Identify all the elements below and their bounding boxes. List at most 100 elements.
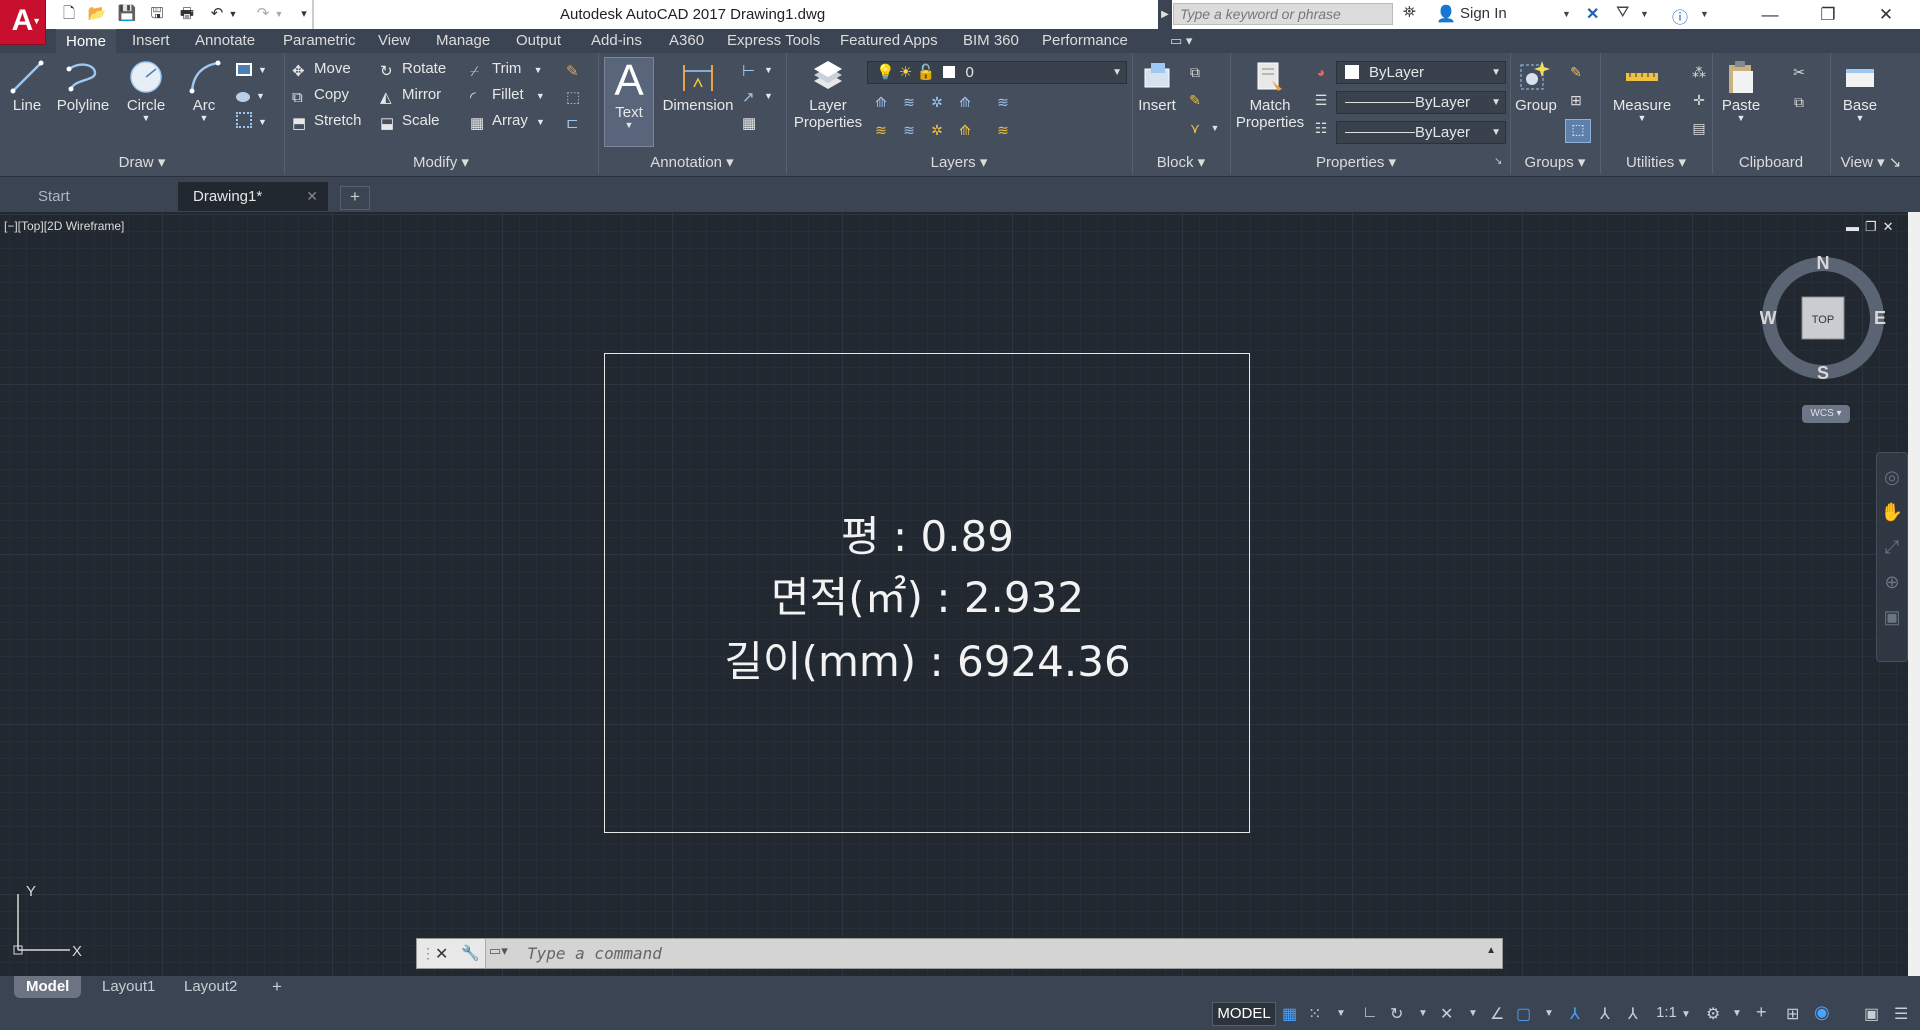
tab-parametric[interactable]: Parametric xyxy=(273,29,366,53)
new-layout-icon[interactable]: + xyxy=(260,976,294,998)
search-expand-icon[interactable]: ▶ xyxy=(1158,0,1172,29)
compass-east[interactable]: E xyxy=(1874,308,1886,328)
a360-dropdown-icon[interactable]: ▼ xyxy=(1640,9,1649,19)
group-edit-icon[interactable]: ✎ xyxy=(1567,63,1585,81)
layer-isolate-icon[interactable]: ≋ xyxy=(900,93,918,111)
clean-screen-icon[interactable]: ▣ xyxy=(1864,1004,1879,1024)
utilities-panel-title[interactable]: Utilities ▾ xyxy=(1601,152,1711,174)
customize-qat-icon[interactable]: ▾ xyxy=(295,3,313,25)
view-panel-title[interactable]: View ▾ ↘ xyxy=(1831,152,1911,174)
layer-off-icon[interactable]: ⟰ xyxy=(872,93,890,111)
tab-featured-apps[interactable]: Featured Apps xyxy=(830,29,948,53)
drawing-text-length[interactable]: 길이(mm) : 6924.36 xyxy=(600,628,1255,689)
group-button[interactable]: Group xyxy=(1512,59,1560,114)
arc-button[interactable]: Arc ▼ xyxy=(180,59,228,123)
print-icon[interactable]: 🖶 xyxy=(176,3,198,25)
annotation-panel-title[interactable]: Annotation ▾ xyxy=(599,152,785,174)
layer-unlock-icon[interactable]: ⟰ xyxy=(956,121,974,139)
viewport-restore-icon[interactable]: ❐ xyxy=(1865,219,1883,234)
open-icon[interactable]: 📂 xyxy=(86,3,108,25)
file-tab-drawing1[interactable]: Drawing1* ✕ xyxy=(178,182,328,211)
restore-button[interactable]: ❐ xyxy=(1800,0,1856,29)
layer-previous-icon[interactable]: ≋ xyxy=(900,121,918,139)
annotation-scale-value[interactable]: 1:1 ▼ xyxy=(1656,1004,1691,1021)
tab-home[interactable]: Home xyxy=(56,29,117,54)
viewcube[interactable]: TOP N S E W xyxy=(1760,255,1886,381)
undo-dropdown-icon[interactable]: ▼ xyxy=(226,3,240,25)
workspace-dropdown-icon[interactable]: ▼ xyxy=(1732,1008,1742,1019)
pan-icon[interactable]: ✋ xyxy=(1877,502,1907,523)
auto-scale-icon[interactable]: ⅄ xyxy=(1600,1004,1610,1024)
application-menu-button[interactable]: A ▼ xyxy=(0,0,46,45)
snap-dropdown-icon[interactable]: ▼ xyxy=(1336,1008,1346,1019)
new-tab-icon[interactable]: + xyxy=(340,186,370,210)
search-input[interactable]: Type a keyword or phrase xyxy=(1173,3,1393,25)
customization-menu-icon[interactable]: ☰ xyxy=(1894,1004,1908,1024)
save-as-icon[interactable]: 🖫 xyxy=(146,3,168,25)
block-panel-title[interactable]: Block ▾ xyxy=(1133,152,1229,174)
offset-button[interactable]: ⊏ xyxy=(566,110,588,132)
fillet-button[interactable]: ◜ Fillet ▼ xyxy=(470,84,545,106)
tab-insert[interactable]: Insert xyxy=(122,29,180,53)
hatch-button[interactable]: ▼ xyxy=(236,84,265,106)
sign-in-button[interactable]: Sign In xyxy=(1460,5,1507,22)
object-snap-tracking-icon[interactable]: ∠ xyxy=(1490,1004,1504,1024)
copy-clip-icon[interactable]: ⧉ xyxy=(1790,93,1808,111)
edit-block-icon[interactable]: ✎ xyxy=(1186,91,1204,109)
annotation-monitor-icon[interactable]: + xyxy=(1756,1002,1767,1023)
trim-button[interactable]: ⌿ Trim ▼ xyxy=(470,58,543,80)
layout-tab-layout2[interactable]: Layout2 xyxy=(172,976,249,998)
erase-button[interactable]: ✎ xyxy=(566,58,588,80)
compass-north[interactable]: N xyxy=(1817,255,1830,273)
layout-tab-model[interactable]: Model xyxy=(14,976,82,998)
ungroup-icon[interactable]: ⊞ xyxy=(1567,91,1585,109)
edit-attributes-icon[interactable]: ⋎ xyxy=(1186,119,1204,137)
ortho-icon[interactable]: ∟ xyxy=(1362,1004,1378,1022)
tab-bim-360[interactable]: BIM 360 xyxy=(953,29,1029,53)
orbit-icon[interactable]: ⊕ xyxy=(1877,572,1907,593)
a360-icon[interactable]: ⛛ xyxy=(1616,4,1629,22)
tab-performance[interactable]: Performance xyxy=(1032,29,1138,53)
rotate-button[interactable]: ↻ Rotate xyxy=(380,58,446,80)
close-tab-icon[interactable]: ✕ xyxy=(306,182,318,211)
polar-dropdown-icon[interactable]: ▼ xyxy=(1418,1008,1428,1019)
cut-icon[interactable]: ✂ xyxy=(1790,63,1808,81)
layer-lock-icon[interactable]: ⟰ xyxy=(956,93,974,111)
table-button[interactable]: ▦ xyxy=(742,110,764,132)
calculator-icon[interactable]: ▤ xyxy=(1690,119,1708,137)
annotation-scale-icon[interactable]: ⅄ xyxy=(1628,1004,1638,1024)
snap-icon[interactable]: ⁙ xyxy=(1308,1004,1321,1024)
binoculars-icon[interactable]: ⛯ xyxy=(1403,4,1416,22)
minimize-button[interactable]: — xyxy=(1742,0,1798,29)
layer-on-icon[interactable]: ≋ xyxy=(994,121,1012,139)
close-command-icon[interactable]: ✕ xyxy=(435,944,448,964)
grid-icon[interactable]: ▦ xyxy=(1282,1004,1297,1024)
object-snap-dropdown-icon[interactable]: ▼ xyxy=(1544,1008,1554,1019)
measure-button[interactable]: Measure ▼ xyxy=(1604,59,1680,123)
lineweight-dropdown[interactable]: ByLayer ▼ xyxy=(1336,91,1506,114)
dimension-button[interactable]: Dimension xyxy=(660,59,736,114)
tab-express-tools[interactable]: Express Tools xyxy=(717,29,830,53)
text-button[interactable]: A Text ▼ xyxy=(604,57,654,147)
tab-view[interactable]: View xyxy=(368,29,420,53)
create-block-icon[interactable]: ⧉ xyxy=(1186,63,1204,81)
compass-west[interactable]: W xyxy=(1760,308,1777,328)
isolate-objects-icon[interactable]: ◉ xyxy=(1814,1002,1830,1023)
drawing-text-area[interactable]: 면적(㎡) : 2.932 xyxy=(600,564,1255,625)
undo-icon[interactable]: ↶ xyxy=(206,3,228,25)
paste-dropdown-icon[interactable]: ▼ xyxy=(1714,114,1768,123)
color-dropdown[interactable]: ByLayer ▼ xyxy=(1336,61,1506,84)
quick-select-icon[interactable]: ⁂ xyxy=(1690,63,1708,81)
measure-dropdown-icon[interactable]: ▼ xyxy=(1604,114,1680,123)
wcs-menu[interactable]: WCS ▾ xyxy=(1802,405,1850,423)
mirror-button[interactable]: ◭ Mirror xyxy=(380,84,441,106)
tab-output[interactable]: Output xyxy=(506,29,571,53)
showmotion-icon[interactable]: ▣ xyxy=(1877,607,1907,628)
rectangle-button[interactable]: ▼ xyxy=(236,58,267,80)
line-button[interactable]: Line xyxy=(4,59,50,114)
point-id-icon[interactable]: ✛ xyxy=(1690,91,1708,109)
circle-button[interactable]: Circle ▼ xyxy=(120,59,172,123)
layer-dropdown[interactable]: 💡 ☀ 🔓 0 ▼ xyxy=(867,61,1127,84)
tab-a360[interactable]: A360 xyxy=(659,29,714,53)
user-icon[interactable]: 👤 xyxy=(1436,4,1456,24)
